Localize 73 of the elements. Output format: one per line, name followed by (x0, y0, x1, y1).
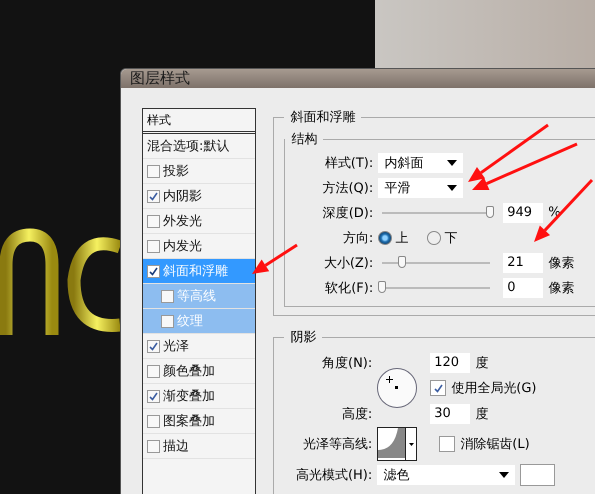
checkbox-label: 消除锯齿(L) (460, 436, 530, 453)
checkbox[interactable] (147, 190, 160, 202)
dropdown[interactable]: 平滑 (378, 178, 464, 198)
group-title: 斜面和浮雕 (289, 109, 356, 126)
checkbox[interactable] (161, 290, 174, 302)
style-list-item[interactable]: 外发光 (143, 209, 256, 234)
field-label: 角度(N): (321, 354, 372, 372)
input-field[interactable]: 0 (503, 278, 544, 298)
style-list-item[interactable]: 描边 (143, 434, 256, 459)
checkbox[interactable] (147, 240, 160, 252)
window-title: 图层样式 (130, 69, 190, 88)
radio-button[interactable] (378, 230, 392, 244)
checkmark-icon (149, 342, 158, 350)
field-label: 光泽等高线: (302, 436, 372, 453)
dropdown[interactable]: 滤色 (377, 464, 516, 484)
group-title: 结构 (290, 131, 318, 148)
field-label: 高光模式(H): (294, 466, 372, 484)
slider-thumb[interactable] (486, 206, 494, 218)
field-label: 软化(F): (324, 280, 374, 296)
checkbox[interactable] (147, 390, 160, 402)
checkbox[interactable] (147, 164, 160, 178)
style-list-item[interactable]: 颜色叠加 (143, 359, 256, 384)
checkbox[interactable] (147, 440, 160, 452)
caret-icon (408, 442, 414, 446)
checkbox[interactable] (161, 314, 174, 328)
style-list-item[interactable]: 光泽 (143, 334, 256, 359)
group-title: 阴影 (289, 329, 318, 346)
style-list-item[interactable]: 混合选项:默认 (143, 134, 256, 159)
checkbox[interactable] (147, 414, 160, 428)
caret-icon (447, 160, 458, 166)
unit-label: 度 (475, 354, 488, 372)
radio-option[interactable]: 上 (378, 228, 408, 246)
slider-thumb[interactable] (378, 280, 386, 292)
checkbox-label: 使用全局光(G) (451, 380, 536, 397)
checkbox[interactable] (147, 214, 160, 228)
checkmark-icon (149, 192, 158, 200)
input-field[interactable]: 21 (503, 252, 544, 272)
crosshair-icon (386, 376, 394, 383)
field-label: 大小(Z): (322, 254, 374, 272)
input-field[interactable]: 949 (503, 202, 544, 222)
dropdown[interactable]: 内斜面 (378, 152, 464, 172)
checkmark-icon (434, 384, 443, 392)
caret-icon (499, 472, 510, 478)
annotation-arrow (252, 244, 298, 274)
angle-dial[interactable] (377, 368, 418, 408)
checkbox[interactable] (430, 380, 446, 396)
slider-thumb[interactable] (398, 256, 406, 268)
radio-option[interactable]: 下 (427, 228, 458, 246)
checkmark-icon (149, 392, 158, 400)
color-swatch[interactable] (520, 464, 556, 486)
field-label: 样式(T): (324, 154, 374, 172)
contour-picker[interactable] (377, 427, 418, 461)
unit-label: 像素 (548, 280, 574, 296)
caret-icon (447, 184, 458, 190)
style-list-item[interactable]: 渐变叠加 (143, 384, 256, 409)
style-list-item[interactable]: 图案叠加 (143, 409, 256, 434)
unit-label: 像素 (548, 254, 574, 272)
checkbox[interactable] (147, 264, 160, 278)
field-label: 深度(D): (322, 204, 374, 222)
style-list-item[interactable]: 内阴影 (143, 184, 256, 209)
field-label: 方法(Q): (321, 180, 374, 196)
checkbox[interactable] (147, 340, 160, 352)
radio-button[interactable] (427, 230, 442, 244)
input-field[interactable]: 120 (430, 352, 470, 372)
list-header: 样式 (143, 109, 256, 134)
checkbox[interactable] (439, 436, 456, 452)
field-label: 高度: (340, 406, 372, 422)
checkbox[interactable] (147, 364, 160, 378)
field-label: 方向: (342, 230, 374, 246)
style-list-item[interactable]: 投影 (143, 159, 256, 184)
unit-label: 度 (475, 406, 488, 422)
input-field[interactable]: 30 (430, 404, 470, 424)
checkmark-icon (149, 266, 158, 276)
